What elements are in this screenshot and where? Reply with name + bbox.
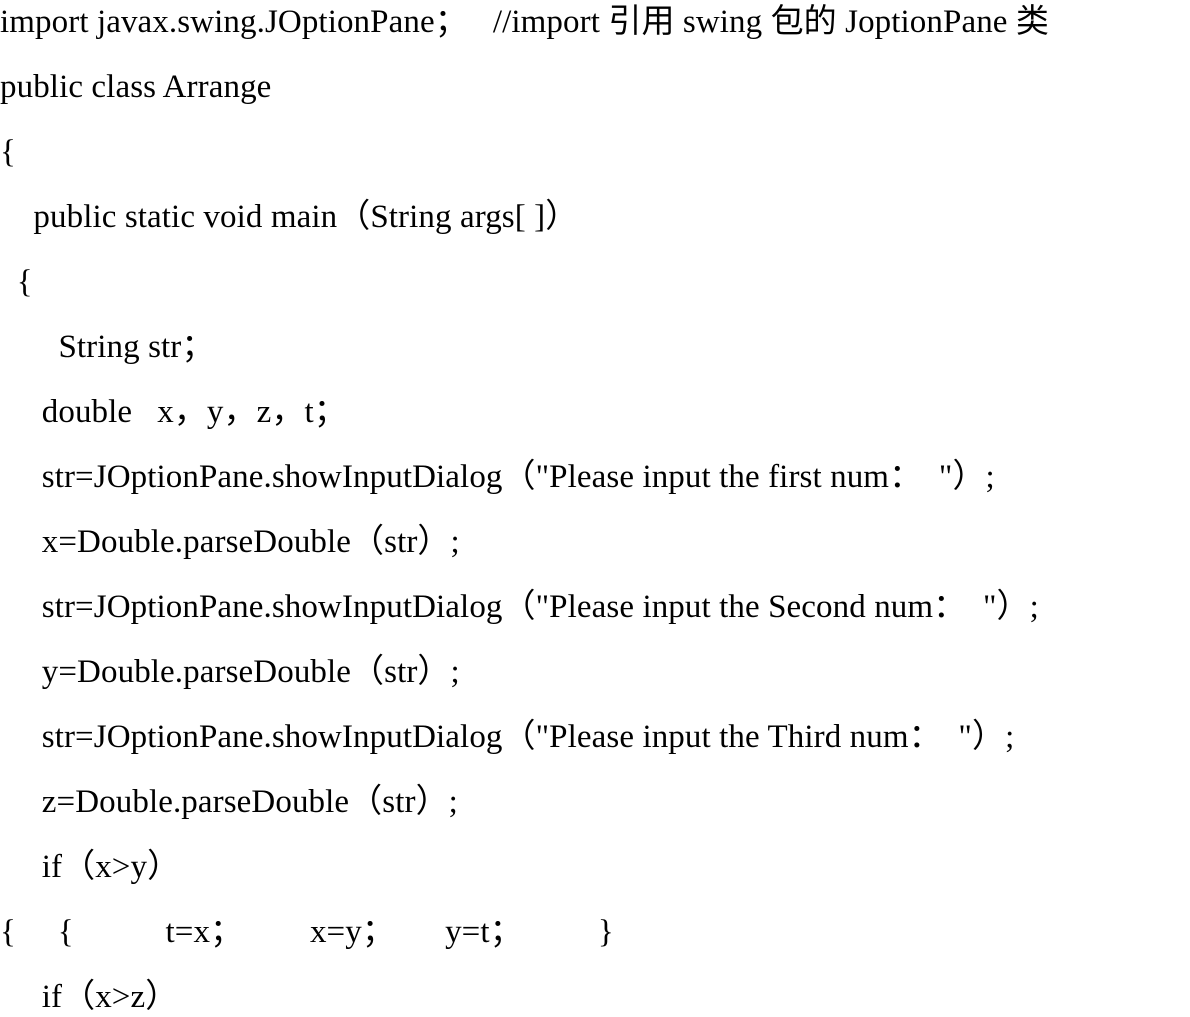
code-line-declare-double: double x，y，z，t； (0, 394, 347, 430)
code-line-declare-string: String str； (0, 329, 215, 365)
code-line-swap-block: { { t=x； x=y； y=t； } (0, 914, 614, 950)
code-line-import: import javax.swing.JOptionPane； //import… (0, 4, 1050, 40)
code-line-main-open-brace: { (0, 264, 33, 300)
code-line-input-second-num: str=JOptionPane.showInputDialog（"Please … (0, 589, 1039, 625)
code-line-if-x-greater-than-y: if（x>y） (0, 849, 181, 885)
code-line-parse-z: z=Double.parseDouble（str）; (0, 784, 458, 820)
code-line-parse-x: x=Double.parseDouble（str）; (0, 524, 460, 560)
code-line-input-first-num: str=JOptionPane.showInputDialog（"Please … (0, 459, 995, 495)
code-line-main-method-declaration: public static void main（String args[ ]） (0, 199, 579, 235)
code-listing: import javax.swing.JOptionPane； //import… (0, 0, 1190, 1015)
code-line-input-third-num: str=JOptionPane.showInputDialog（"Please … (0, 719, 1015, 755)
code-line-class-open-brace: { (0, 134, 16, 170)
code-line-parse-y: y=Double.parseDouble（str）; (0, 654, 460, 690)
code-line-class-declaration: public class Arrange (0, 69, 272, 105)
code-line-if-x-greater-than-z: if（x>z） (0, 979, 179, 1015)
